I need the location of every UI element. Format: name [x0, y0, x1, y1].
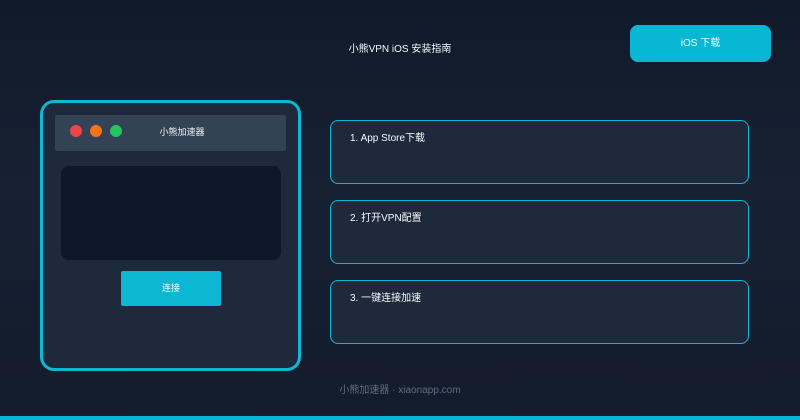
- app-window-preview: 小熊加速器 连接: [40, 100, 301, 371]
- window-title: 小熊加速器: [159, 127, 205, 137]
- step-card-app-store: 1. App Store下载: [330, 120, 749, 184]
- app-content-area: [61, 166, 281, 260]
- minimize-window-icon[interactable]: [90, 125, 102, 137]
- window-titlebar: 小熊加速器: [55, 115, 286, 151]
- page-title: 小熊VPN iOS 安装指南: [348, 44, 452, 55]
- step-label: 1. App Store下载: [350, 133, 426, 144]
- close-window-icon[interactable]: [70, 125, 82, 137]
- step-label: 2. 打开VPN配置: [350, 213, 422, 224]
- step-card-connect: 3. 一键连接加速: [330, 280, 749, 344]
- connect-button[interactable]: 连接: [121, 271, 221, 306]
- maximize-window-icon[interactable]: [110, 125, 122, 137]
- step-label: 3. 一键连接加速: [350, 293, 422, 304]
- bottom-accent-bar: [0, 416, 800, 420]
- footer-site-text: 小熊加速器 · xiaonapp.com: [339, 385, 461, 396]
- step-card-vpn-config: 2. 打开VPN配置: [330, 200, 749, 264]
- ios-download-button[interactable]: iOS 下载: [630, 25, 771, 62]
